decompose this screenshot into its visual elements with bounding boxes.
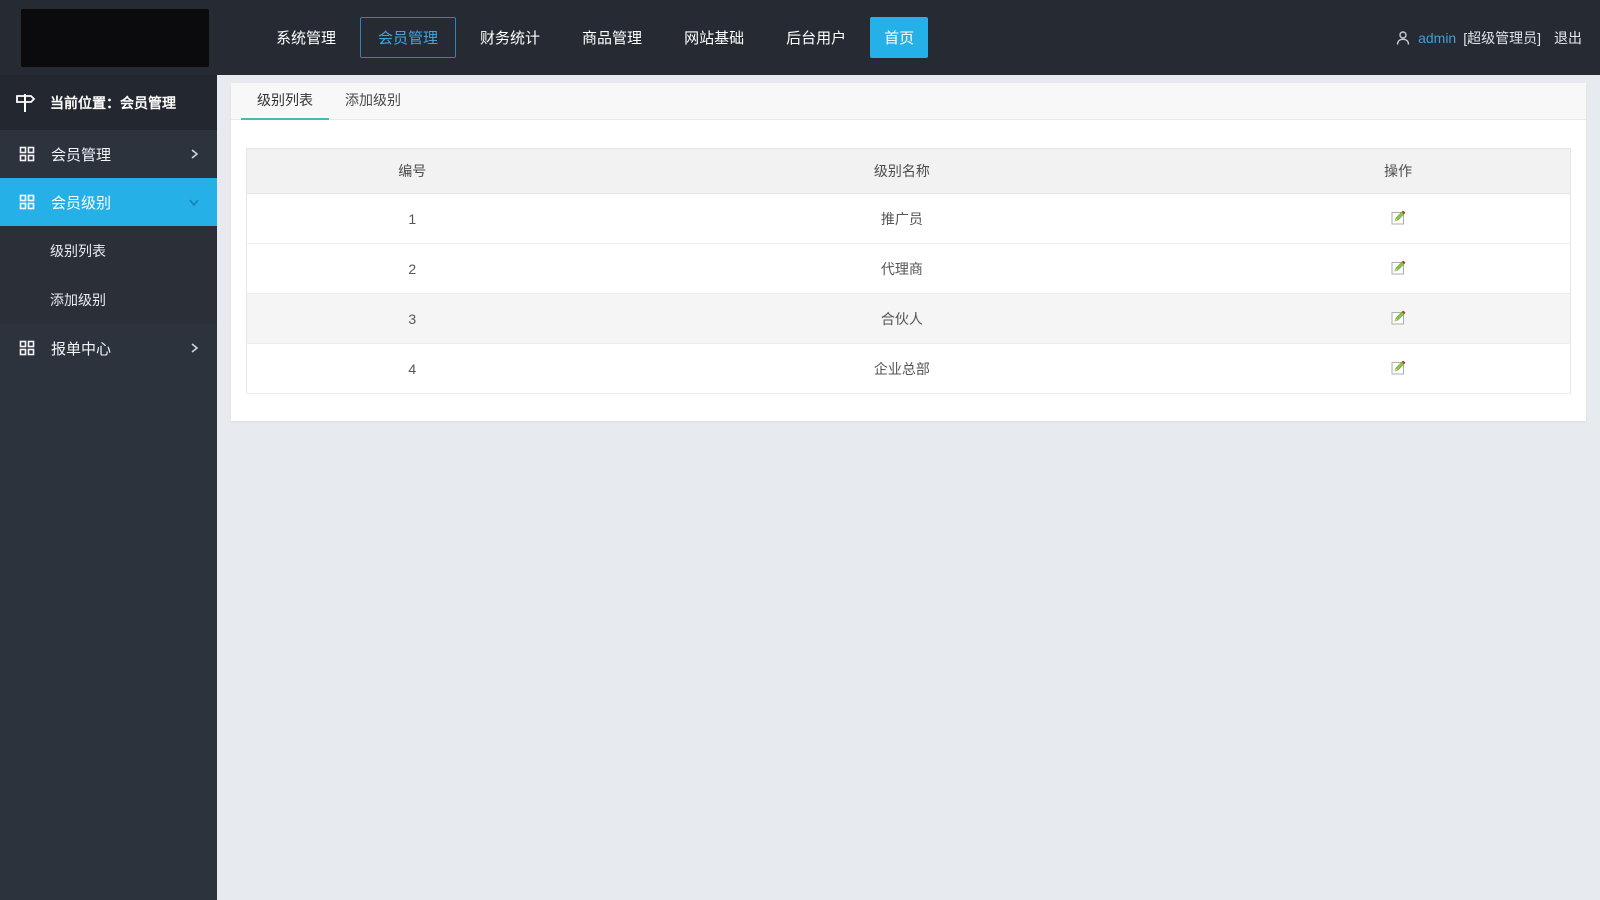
table-row: 2 代理商: [246, 243, 1571, 294]
sidebar-item-label: 会员级别: [51, 194, 112, 212]
sidebar-submenu: 级别列表 添加级别: [0, 226, 217, 324]
cell-id: 1: [246, 193, 578, 244]
sidebar-subitem-label: 添加级别: [50, 291, 106, 308]
cell-level-name: 企业总部: [577, 343, 1227, 394]
user-role-label: [超级管理员]: [1463, 29, 1541, 46]
cell-id: 2: [246, 243, 578, 294]
table-row: 4 企业总部: [246, 343, 1571, 394]
tab-add-level[interactable]: 添加级别: [329, 81, 417, 119]
column-header-actions: 操作: [1226, 148, 1571, 194]
nav-item-finance[interactable]: 财务统计: [462, 17, 558, 58]
sidebar-item-order-center[interactable]: 报单中心: [0, 324, 217, 372]
user-area: admin [超级管理员] 退出: [1395, 0, 1582, 75]
table-row: 3 合伙人: [246, 293, 1571, 344]
main-content: 级别列表 添加级别 编号 级别名称 操作 1 推广员 2 代理商 3 合伙人 4…: [217, 75, 1600, 900]
tab-level-list[interactable]: 级别列表: [241, 81, 329, 120]
nav-item-website[interactable]: 网站基础: [666, 17, 762, 58]
grid-icon: [19, 146, 35, 162]
breadcrumb-label: 当前位置：会员管理: [50, 94, 176, 111]
chevron-down-icon: [187, 195, 201, 209]
topbar: 系统管理 会员管理 财务统计 商品管理 网站基础 后台用户 首页 admin […: [0, 0, 1600, 75]
nav-item-members[interactable]: 会员管理: [360, 17, 457, 58]
sidebar-item-member-management[interactable]: 会员管理: [0, 130, 217, 178]
sidebar-subitem-level-list[interactable]: 级别列表: [0, 226, 217, 275]
edit-pencil-icon[interactable]: [1390, 309, 1407, 326]
signpost-icon: [13, 91, 37, 115]
sidebar-subitem-label: 级别列表: [50, 242, 106, 259]
tab-bar: 级别列表 添加级别: [231, 83, 1586, 120]
username-link[interactable]: admin: [1418, 30, 1456, 46]
nav-item-products[interactable]: 商品管理: [564, 17, 660, 58]
cell-id: 4: [246, 343, 578, 394]
column-header-id: 编号: [246, 148, 578, 194]
sidebar: 当前位置：会员管理 会员管理 会员级别 级别列表 添加级别 报单中心: [0, 75, 217, 900]
sidebar-item-label: 报单中心: [51, 340, 112, 358]
grid-icon: [19, 340, 35, 356]
sidebar-item-member-levels[interactable]: 会员级别: [0, 178, 217, 226]
edit-pencil-icon[interactable]: [1390, 259, 1407, 276]
main-nav: 系统管理 会员管理 财务统计 商品管理 网站基础 后台用户 首页: [258, 17, 929, 58]
sidebar-item-label: 会员管理: [51, 146, 112, 164]
table-header-row: 编号 级别名称 操作: [246, 148, 1571, 194]
chevron-right-icon: [187, 147, 201, 161]
chevron-right-icon: [187, 341, 201, 355]
table-container: 编号 级别名称 操作 1 推广员 2 代理商 3 合伙人 4 企业总部: [231, 120, 1586, 421]
sidebar-subitem-add-level[interactable]: 添加级别: [0, 275, 217, 324]
person-icon: [1395, 30, 1411, 46]
nav-item-backend-users[interactable]: 后台用户: [768, 17, 864, 58]
breadcrumb: 当前位置：会员管理: [0, 75, 217, 130]
logout-button[interactable]: 退出: [1554, 28, 1582, 48]
cell-level-name: 推广员: [577, 193, 1227, 244]
content-card: 级别列表 添加级别 编号 级别名称 操作 1 推广员 2 代理商 3 合伙人 4…: [231, 83, 1586, 421]
cell-level-name: 合伙人: [577, 293, 1227, 344]
nav-item-system[interactable]: 系统管理: [258, 17, 354, 58]
cell-id: 3: [246, 293, 578, 344]
logo: [21, 9, 209, 67]
column-header-name: 级别名称: [577, 148, 1227, 194]
levels-table: 编号 级别名称 操作 1 推广员 2 代理商 3 合伙人 4 企业总部: [246, 148, 1571, 394]
table-row: 1 推广员: [246, 193, 1571, 244]
edit-pencil-icon[interactable]: [1390, 359, 1407, 376]
edit-pencil-icon[interactable]: [1390, 209, 1407, 226]
cell-level-name: 代理商: [577, 243, 1227, 294]
grid-icon: [19, 194, 35, 210]
nav-item-home[interactable]: 首页: [870, 17, 929, 58]
